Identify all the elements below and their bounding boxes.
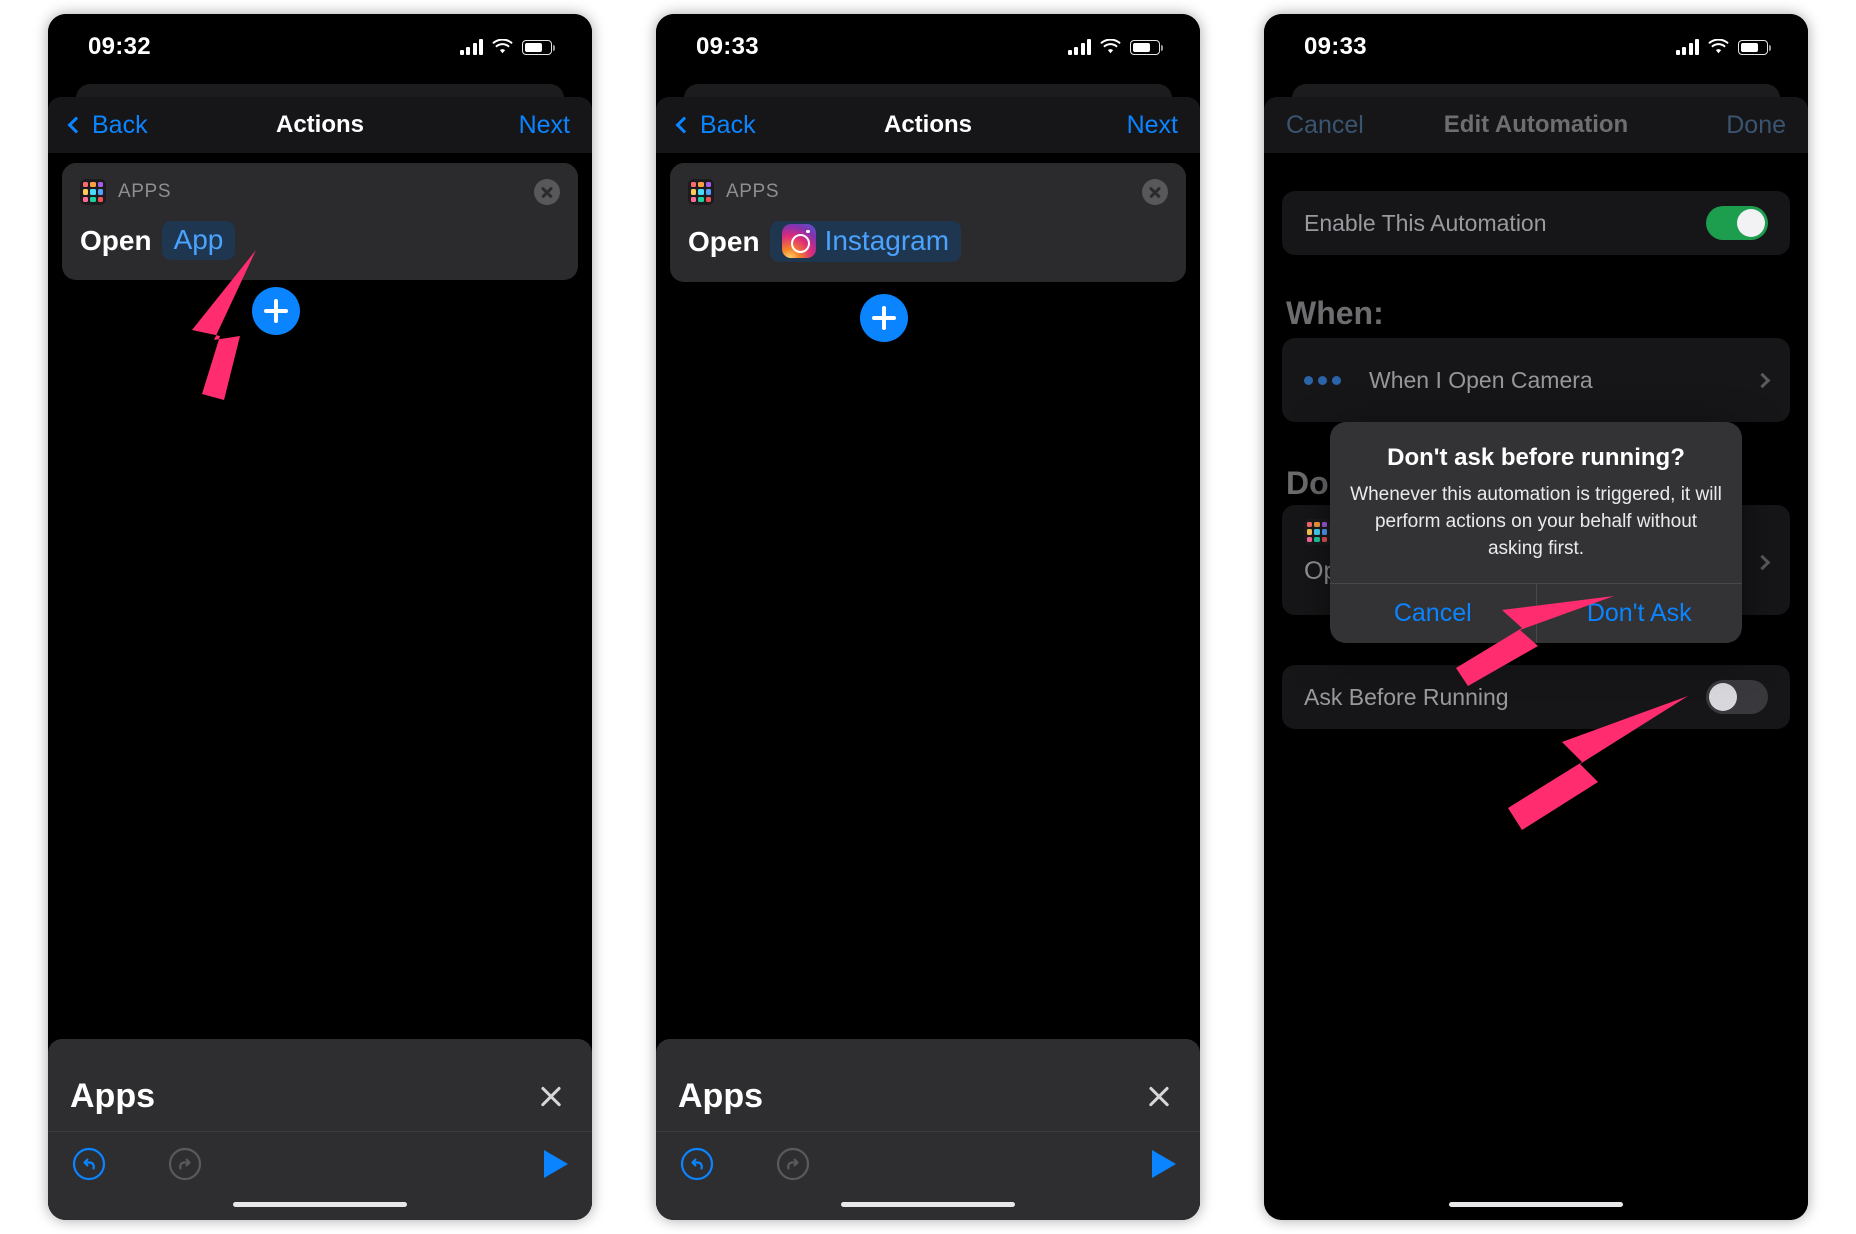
battery-icon — [1738, 39, 1771, 55]
chevron-right-icon — [1754, 372, 1771, 388]
action-verb: Open — [80, 224, 152, 256]
screenshot-canvas: 09:32 Back Actions Next APPS Open App Ap… — [0, 0, 1856, 1234]
battery-icon — [1130, 39, 1163, 55]
apps-picker-sheet: Apps — [48, 1039, 592, 1220]
sheet-header: Apps — [48, 1039, 592, 1131]
back-button-label: Back — [700, 110, 756, 139]
status-bar: 09:32 — [48, 14, 592, 80]
trigger-label: When I Open Camera — [1369, 366, 1593, 393]
navigation-bar: Cancel Edit Automation Done — [1264, 97, 1808, 153]
status-time: 09:33 — [696, 33, 759, 60]
instagram-icon — [781, 224, 816, 258]
action-verb: Open — [688, 225, 760, 257]
undo-icon[interactable] — [72, 1147, 106, 1181]
wifi-icon — [1100, 39, 1121, 54]
remove-action-icon[interactable] — [534, 179, 560, 205]
chevron-right-icon — [1754, 554, 1771, 571]
action-card-open-app[interactable]: APPS Open App — [62, 163, 578, 280]
close-icon[interactable] — [1144, 1081, 1174, 1111]
screen-actions-app: 09:32 Back Actions Next APPS Open App Ap… — [48, 14, 592, 1220]
cancel-button[interactable]: Cancel — [1286, 111, 1364, 140]
enable-automation-row[interactable]: Enable This Automation — [1282, 191, 1790, 255]
action-card-app-label: APPS — [726, 181, 780, 202]
back-button-label: Back — [92, 110, 148, 139]
home-indicator — [1449, 1202, 1623, 1207]
redo-icon — [776, 1147, 810, 1180]
home-indicator — [233, 1202, 407, 1207]
action-card-row: Open Instagram — [688, 221, 1168, 262]
run-shortcut-button[interactable] — [544, 1149, 568, 1178]
undo-icon[interactable] — [680, 1147, 714, 1181]
wifi-icon — [492, 39, 513, 54]
action-card-row: Open App — [80, 221, 560, 260]
cellular-signal-icon — [1675, 39, 1699, 55]
wifi-icon — [1708, 39, 1729, 54]
trigger-row-when-i-open-camera[interactable]: When I Open Camera — [1282, 338, 1790, 422]
dialog-title: Don't ask before running? — [1387, 444, 1685, 471]
status-bar: 09:33 — [1264, 14, 1808, 80]
done-button[interactable]: Done — [1726, 111, 1786, 140]
automation-settings: Enable This Automation When: When I Open… — [1264, 153, 1808, 1220]
action-card-open-app[interactable]: APPS Open Instagram — [670, 163, 1186, 282]
remove-action-icon[interactable] — [1142, 179, 1168, 205]
status-indicators — [1675, 39, 1771, 55]
screen-actions-instagram: 09:33 Back Actions Next APPS Open Instag… — [656, 14, 1200, 1220]
navigation-bar: Back Actions Next — [48, 97, 592, 153]
apps-grid-icon — [80, 179, 106, 205]
app-parameter-label: Instagram — [824, 225, 950, 256]
app-parameter-label: App — [173, 224, 224, 255]
chevron-left-icon — [67, 116, 85, 134]
run-shortcut-button[interactable] — [1152, 1149, 1176, 1178]
action-card-header: APPS — [688, 179, 1168, 205]
next-button[interactable]: Next — [519, 111, 570, 140]
screen-edit-automation: 09:33 Cancel Edit Automation Done Enable… — [1264, 14, 1808, 1220]
confirm-dialog: Don't ask before running? Whenever this … — [1330, 422, 1742, 643]
redo-icon — [168, 1147, 202, 1180]
status-indicators — [459, 39, 555, 55]
ask-before-running-row[interactable]: Ask Before Running — [1282, 665, 1790, 729]
phone-screenshot-1: 09:32 Back Actions Next APPS Open App Ap… — [48, 14, 592, 1220]
status-time: 09:33 — [1304, 33, 1367, 60]
app-parameter-token[interactable]: App — [161, 221, 236, 260]
sheet-title: Apps — [70, 1076, 155, 1115]
apps-grid-icon — [1304, 519, 1330, 545]
sheet-title: Apps — [678, 1076, 763, 1115]
apps-grid-icon — [688, 179, 714, 205]
action-card-app-label: APPS — [118, 181, 172, 202]
app-parameter-token[interactable]: Instagram — [769, 221, 962, 262]
battery-icon — [522, 39, 555, 55]
enable-automation-toggle[interactable] — [1706, 206, 1768, 240]
cellular-signal-icon — [459, 39, 483, 55]
back-button[interactable]: Back — [675, 110, 756, 140]
status-bar: 09:33 — [656, 14, 1200, 80]
sheet-header: Apps — [656, 1039, 1200, 1131]
when-section-heading: When: — [1286, 295, 1384, 331]
close-icon[interactable] — [536, 1081, 566, 1111]
phone-screenshot-3: 09:33 Cancel Edit Automation Done Enable… — [1264, 14, 1808, 1220]
dialog-message: Whenever this automation is triggered, i… — [1350, 484, 1722, 559]
home-indicator — [841, 1202, 1015, 1207]
ask-before-running-label: Ask Before Running — [1304, 683, 1509, 710]
dialog-body: Don't ask before running? Whenever this … — [1330, 422, 1742, 583]
add-action-button[interactable] — [252, 287, 300, 335]
ask-before-running-toggle[interactable] — [1706, 680, 1768, 714]
navigation-bar: Back Actions Next — [656, 97, 1200, 153]
status-time: 09:32 — [88, 33, 151, 60]
dialog-confirm-button[interactable]: Don't Ask — [1535, 583, 1743, 643]
add-action-button[interactable] — [860, 294, 908, 342]
enable-automation-label: Enable This Automation — [1304, 209, 1547, 236]
editor-toolbar — [656, 1131, 1200, 1195]
back-button[interactable]: Back — [67, 110, 148, 140]
apps-picker-sheet: Apps — [656, 1039, 1200, 1220]
editor-toolbar — [48, 1131, 592, 1195]
status-indicators — [1067, 39, 1163, 55]
chevron-left-icon — [675, 116, 693, 134]
phone-screenshot-2: 09:33 Back Actions Next APPS Open Instag… — [656, 14, 1200, 1220]
trigger-dots-icon — [1304, 375, 1341, 385]
dialog-actions: Cancel Don't Ask — [1330, 582, 1743, 643]
dialog-cancel-button[interactable]: Cancel — [1330, 584, 1536, 643]
cellular-signal-icon — [1067, 39, 1091, 55]
next-button[interactable]: Next — [1127, 111, 1178, 140]
action-card-header: APPS — [80, 179, 560, 205]
